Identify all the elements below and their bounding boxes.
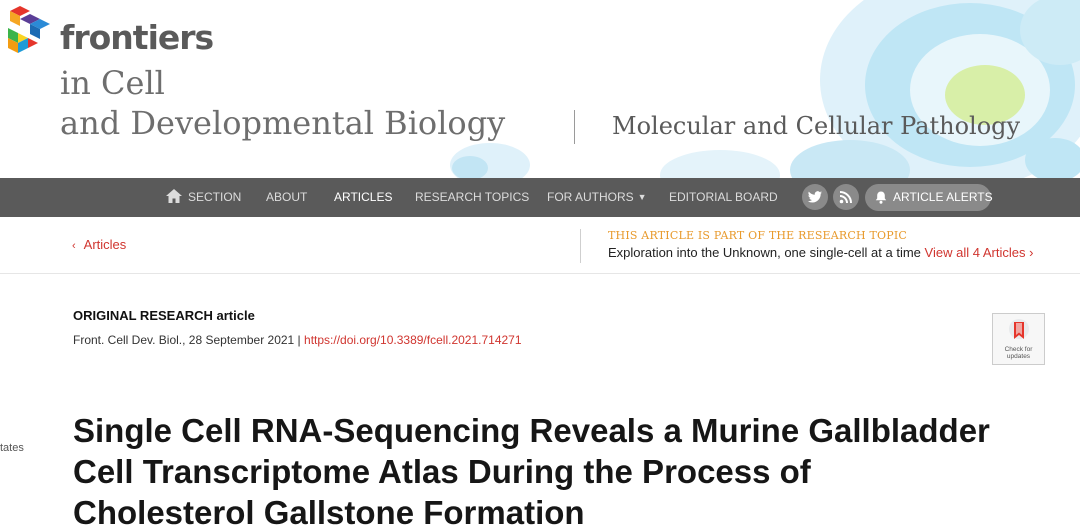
rss-icon — [839, 191, 852, 204]
view-all-articles-link[interactable]: View all 4 Articles › — [925, 245, 1034, 260]
check-for-updates-badge[interactable]: Check for updates — [992, 313, 1045, 365]
section-name[interactable]: Molecular and Cellular Pathology — [612, 112, 1020, 140]
twitter-button[interactable] — [802, 184, 828, 210]
article-title-line: Cholesterol Gallstone Formation — [73, 494, 585, 530]
nav-item-section[interactable]: SECTION — [166, 178, 241, 217]
article-type: ORIGINAL RESEARCH article — [73, 308, 255, 323]
research-topic-title: Exploration into the Unknown, one single… — [608, 245, 1033, 260]
nav-item-label: FOR AUTHORS — [547, 190, 634, 204]
article-title: Single Cell RNA-Sequencing Reveals a Mur… — [73, 410, 1073, 530]
home-icon — [166, 189, 182, 203]
nav-item-for-authors[interactable]: FOR AUTHORS ▼ — [547, 178, 647, 217]
chevron-left-icon: ‹ — [72, 240, 76, 252]
chevron-right-icon: › — [1029, 245, 1034, 260]
article-title-line: Cell Transcriptome Atlas During the Proc… — [73, 453, 811, 490]
rss-button[interactable] — [833, 184, 859, 210]
check-updates-icon — [1009, 319, 1029, 339]
back-link-label: Articles — [83, 237, 127, 252]
journal-header: frontiers in Cell and Developmental Biol… — [0, 0, 1080, 178]
research-topic-label: THIS ARTICLE IS PART OF THE RESEARCH TOP… — [608, 229, 908, 242]
article-alerts-label: ARTICLE ALERTS — [893, 190, 993, 204]
journal-name-line2: and Developmental Biology — [60, 104, 506, 142]
frontiers-logo-icon — [8, 6, 50, 53]
nav-item-editorial-board[interactable]: EDITORIAL BOARD — [669, 178, 778, 217]
brand-name: frontiers — [60, 18, 214, 57]
journal-name-line1: in Cell — [60, 64, 165, 102]
article-alerts-button[interactable]: ARTICLE ALERTS — [865, 184, 993, 211]
side-panel-text: tates — [0, 442, 24, 454]
topic-divider — [580, 229, 581, 263]
research-topic-bar: ‹ Articles THIS ARTICLE IS PART OF THE RE… — [0, 217, 1080, 274]
nav-item-research-topics[interactable]: RESEARCH TOPICS — [415, 178, 529, 217]
back-to-articles-link[interactable]: ‹ Articles — [72, 237, 126, 252]
view-all-label: View all 4 Articles — [924, 245, 1026, 260]
article-citation: Front. Cell Dev. Biol., 28 September 202… — [73, 333, 522, 347]
research-topic-name[interactable]: Exploration into the Unknown, one single… — [608, 245, 921, 260]
header-divider — [574, 110, 575, 144]
main-nav: SECTION ABOUT ARTICLES RESEARCH TOPICS F… — [0, 178, 1080, 217]
nav-item-articles[interactable]: ARTICLES — [334, 178, 392, 217]
nav-item-about[interactable]: ABOUT — [266, 178, 307, 217]
doi-link[interactable]: https://doi.org/10.3389/fcell.2021.71427… — [304, 333, 522, 347]
check-for-updates-label: Check for updates — [1004, 346, 1033, 360]
caret-down-icon: ▼ — [637, 192, 647, 202]
article-title-line: Single Cell RNA-Sequencing Reveals a Mur… — [73, 412, 990, 449]
twitter-icon — [807, 191, 822, 203]
bell-icon — [875, 191, 887, 204]
nav-item-label: SECTION — [188, 190, 242, 204]
citation-text: Front. Cell Dev. Biol., 28 September 202… — [73, 333, 305, 347]
